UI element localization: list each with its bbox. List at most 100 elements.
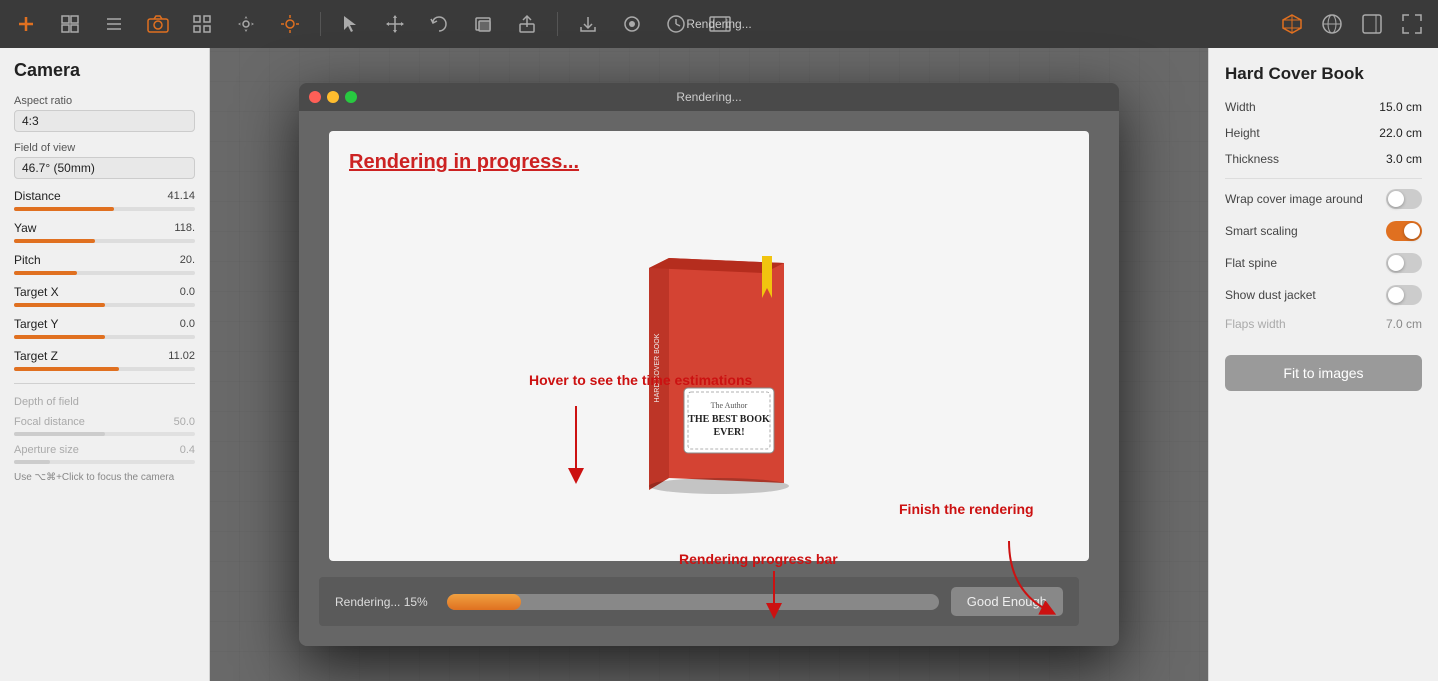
import-icon[interactable] (574, 10, 602, 38)
add-icon[interactable] (12, 10, 40, 38)
wrap-toggle[interactable] (1386, 189, 1422, 209)
pitch-value: 20. (180, 254, 195, 266)
flaps-value: 7.0 cm (1386, 317, 1422, 331)
cube-icon[interactable] (1278, 10, 1306, 38)
target-x-value: 0.0 (180, 286, 195, 298)
target-z-value: 11.02 (168, 350, 195, 362)
wrap-label: Wrap cover image around (1225, 192, 1363, 206)
distance-value: 41.14 (167, 190, 195, 202)
aspect-ratio-value[interactable]: 4:3 (14, 110, 195, 132)
left-panel: Camera Aspect ratio 4:3 Field of view 46… (0, 48, 210, 681)
yaw-label: Yaw (14, 221, 36, 235)
dust-jacket-row: Show dust jacket (1225, 285, 1422, 305)
hint-text: Use ⌥⌘+Click to focus the camera (14, 472, 195, 483)
flaps-label: Flaps width (1225, 317, 1286, 331)
pitch-slider[interactable] (14, 271, 195, 275)
duplicate-icon[interactable] (469, 10, 497, 38)
modal-title: Rendering... (676, 90, 741, 104)
flat-spine-label: Flat spine (1225, 256, 1277, 270)
flat-spine-row: Flat spine (1225, 253, 1422, 273)
dust-jacket-label: Show dust jacket (1225, 288, 1316, 302)
good-enough-button[interactable]: Good Enough (951, 587, 1063, 616)
modal-overlay: Rendering... Rendering in progress... (210, 48, 1208, 681)
yaw-value: 118. (174, 222, 195, 234)
aperture-value: 0.4 (180, 444, 195, 456)
camera-icon[interactable] (144, 10, 172, 38)
render-area: Rendering in progress... (329, 131, 1089, 561)
yaw-slider[interactable] (14, 239, 195, 243)
thickness-label: Thickness (1225, 152, 1279, 166)
focal-slider (14, 432, 195, 436)
thickness-value: 3.0 cm (1386, 152, 1422, 166)
focal-label: Focal distance (14, 416, 85, 428)
width-label: Width (1225, 100, 1256, 114)
undo-icon[interactable] (425, 10, 453, 38)
separator (320, 12, 321, 36)
target-y-slider[interactable] (14, 335, 195, 339)
flaps-row: Flaps width 7.0 cm (1225, 317, 1422, 331)
width-value: 15.0 cm (1379, 100, 1422, 114)
svg-text:The Author: The Author (711, 401, 748, 410)
distance-label: Distance (14, 189, 61, 203)
progress-label: Rendering... 15% (335, 595, 435, 609)
settings-icon[interactable] (232, 10, 260, 38)
book-container: The Author THE BEST BOOK EVER! HARD COVE… (614, 194, 804, 541)
right-panel-title: Hard Cover Book (1225, 64, 1422, 84)
export-icon[interactable] (513, 10, 541, 38)
aperture-label: Aperture size (14, 444, 79, 456)
svg-text:EVER!: EVER! (713, 427, 744, 438)
target-z-slider[interactable] (14, 367, 195, 371)
target-x-slider[interactable] (14, 303, 195, 307)
cursor-icon[interactable] (337, 10, 365, 38)
list-icon[interactable] (100, 10, 128, 38)
record-icon[interactable] (618, 10, 646, 38)
toolbar-title: Rendering... (686, 17, 751, 31)
height-label: Height (1225, 126, 1260, 140)
height-row: Height 22.0 cm (1225, 126, 1422, 140)
move-icon[interactable] (381, 10, 409, 38)
panel-icon[interactable] (1358, 10, 1386, 38)
center-area: Rendering... Rendering in progress... (210, 48, 1208, 681)
book-illustration: The Author THE BEST BOOK EVER! HARD COVE… (614, 238, 804, 498)
expand-icon[interactable] (1398, 10, 1426, 38)
svg-text:HARD COVER BOOK: HARD COVER BOOK (654, 333, 661, 402)
svg-text:THE BEST BOOK: THE BEST BOOK (688, 414, 770, 425)
focal-value: 50.0 (174, 416, 195, 428)
pitch-label: Pitch (14, 253, 41, 267)
target-y-value: 0.0 (180, 318, 195, 330)
fov-value[interactable]: 46.7° (50mm) (14, 157, 195, 179)
modal: Rendering... Rendering in progress... (299, 83, 1119, 646)
progress-area: Rendering... 15% Good Enough (319, 577, 1079, 626)
globe-icon[interactable] (1318, 10, 1346, 38)
grid-icon[interactable] (56, 10, 84, 38)
panel-title: Camera (14, 60, 195, 81)
target-y-label: Target Y (14, 317, 58, 331)
close-button[interactable] (309, 91, 321, 103)
smart-scaling-toggle[interactable] (1386, 221, 1422, 241)
main-layout: Camera Aspect ratio 4:3 Field of view 46… (0, 48, 1438, 681)
thickness-row: Thickness 3.0 cm (1225, 152, 1422, 166)
smart-scaling-row: Smart scaling (1225, 221, 1422, 241)
progress-track (447, 594, 939, 610)
flat-spine-toggle[interactable] (1386, 253, 1422, 273)
modal-titlebar: Rendering... (299, 83, 1119, 111)
rendering-title: Rendering in progress... (349, 151, 579, 174)
fit-to-images-button[interactable]: Fit to images (1225, 355, 1422, 391)
modal-body: Rendering in progress... (299, 111, 1119, 646)
aperture-slider (14, 460, 195, 464)
width-row: Width 15.0 cm (1225, 100, 1422, 114)
target-x-label: Target X (14, 285, 59, 299)
minimize-button[interactable] (327, 91, 339, 103)
sun-icon[interactable] (276, 10, 304, 38)
dust-jacket-toggle[interactable] (1386, 285, 1422, 305)
distance-slider[interactable] (14, 207, 195, 211)
toolbar: Rendering... (0, 0, 1438, 48)
target-z-label: Target Z (14, 349, 58, 363)
height-value: 22.0 cm (1379, 126, 1422, 140)
fov-label: Field of view (14, 142, 195, 154)
maximize-button[interactable] (345, 91, 357, 103)
aspect-ratio-label: Aspect ratio (14, 95, 195, 107)
right-panel: Hard Cover Book Width 15.0 cm Height 22.… (1208, 48, 1438, 681)
focus-icon[interactable] (188, 10, 216, 38)
wrap-row: Wrap cover image around (1225, 189, 1422, 209)
